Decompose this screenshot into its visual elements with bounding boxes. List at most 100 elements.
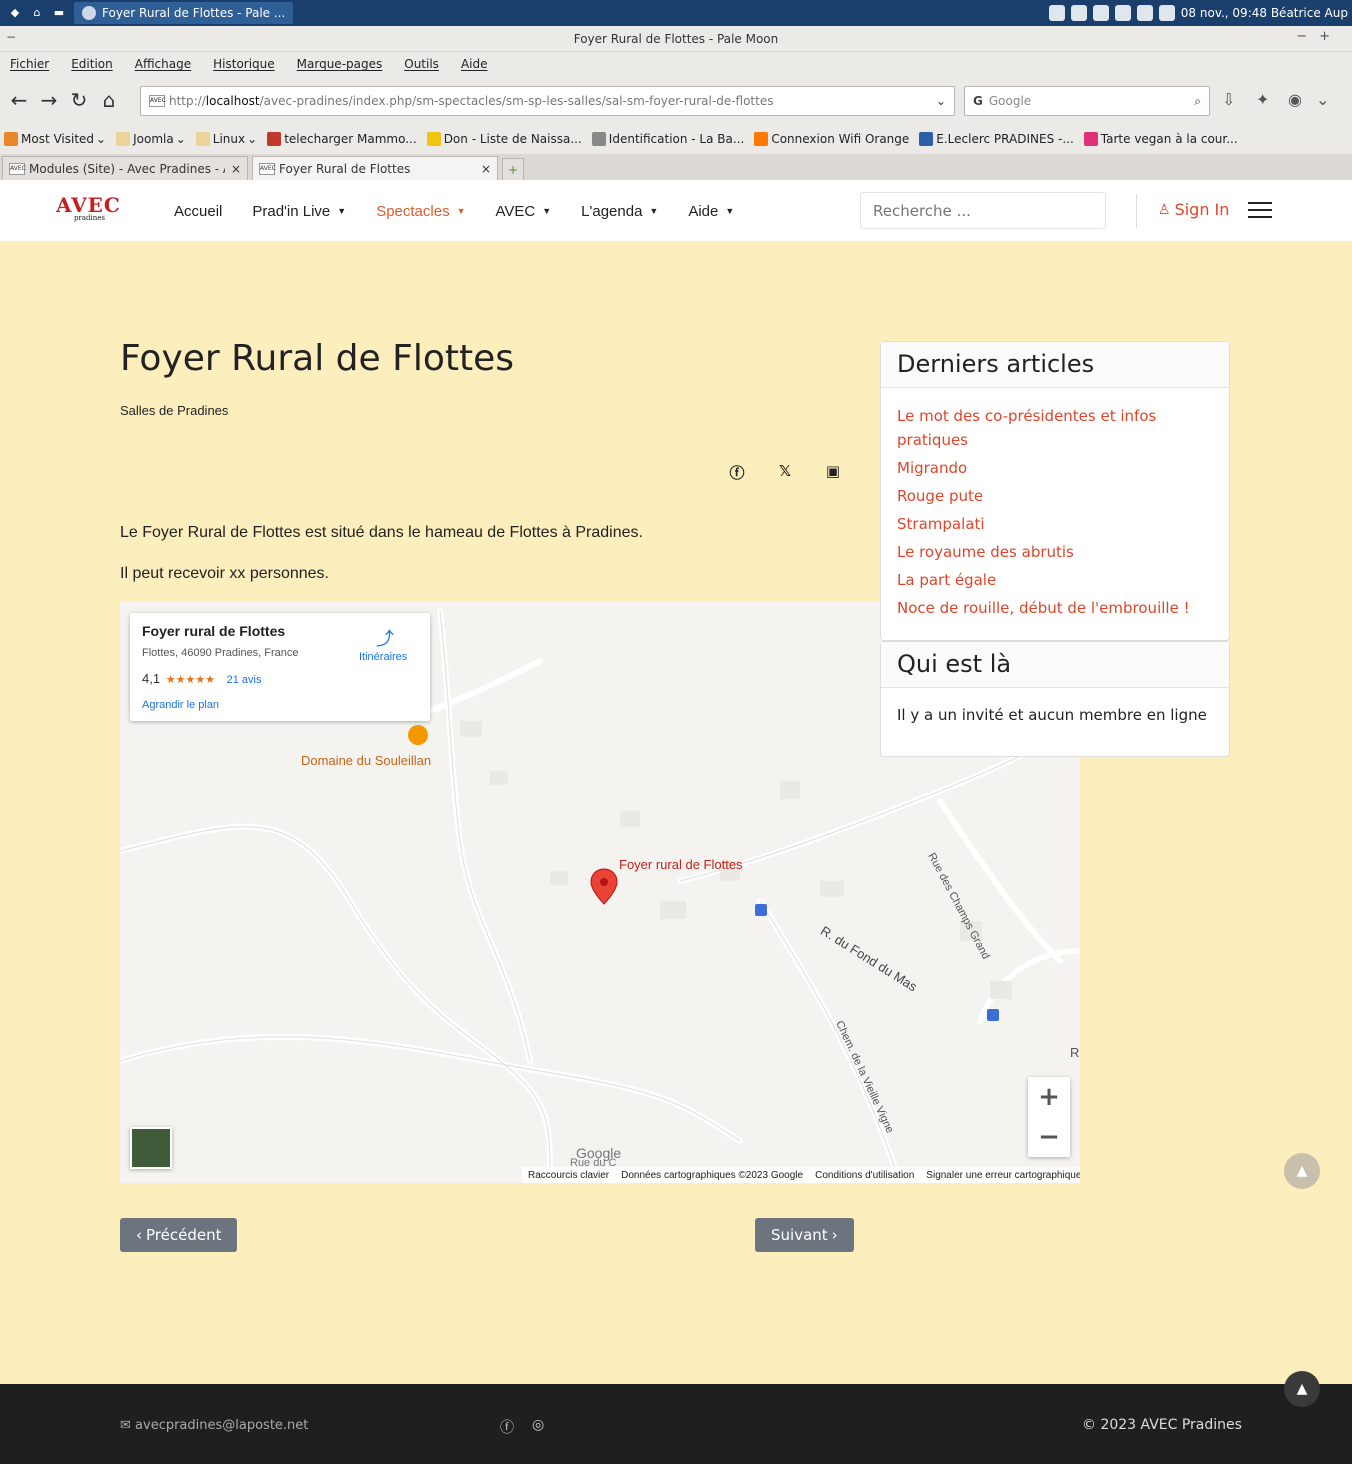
tray-clipboard-icon[interactable] — [1158, 5, 1175, 21]
latest-article-link[interactable]: Strampalati — [897, 512, 1213, 536]
search-icon[interactable]: ⌕ — [1194, 94, 1201, 109]
menu-marque-pages[interactable]: Marque-pages — [297, 57, 383, 71]
map-satellite-toggle[interactable] — [130, 1127, 172, 1169]
forward-icon[interactable]: → — [34, 85, 64, 115]
footer-email[interactable]: ✉ avecpradines@laposte.net — [120, 1418, 308, 1433]
nav-item-2[interactable]: Spectacles ▼ — [376, 203, 465, 220]
extension-icon[interactable]: ✦ — [1256, 90, 1269, 109]
map-rating-value: 4,1 — [142, 671, 161, 686]
chevron-down-icon: ⌄ — [247, 132, 258, 146]
clock[interactable]: 08 nov., 09:48 Béatrice Aup — [1181, 6, 1348, 20]
nav-item-0[interactable]: Accueil — [174, 203, 222, 220]
sign-in-link[interactable]: ♙ Sign In — [1158, 200, 1229, 219]
nav-item-4[interactable]: L'agenda ▼ — [581, 203, 658, 220]
map-report-link[interactable]: Signaler une erreur cartographique — [926, 1170, 1080, 1181]
addon-icon[interactable]: ◉ — [1288, 90, 1302, 109]
previous-button[interactable]: ‹ Précédent — [120, 1218, 238, 1252]
article-category[interactable]: Salles de Pradines — [120, 403, 228, 418]
map-poi-label[interactable]: Domaine du Souleillan — [301, 753, 431, 768]
hamburger-menu-icon[interactable] — [1248, 202, 1272, 220]
bookmark-item[interactable]: Don - Liste de Naissa... — [426, 132, 582, 146]
globe-icon — [82, 6, 96, 20]
menu-fichier[interactable]: Fichier — [10, 57, 49, 71]
close-icon[interactable]: × — [481, 162, 491, 176]
latest-article-link[interactable]: Rouge pute — [897, 484, 1213, 508]
nav-item-3[interactable]: AVEC ▼ — [496, 203, 552, 220]
search-engine-icon[interactable]: G — [973, 94, 983, 108]
facebook-icon[interactable]: ⓕ — [500, 1417, 514, 1437]
bookmark-item[interactable]: Joomla ⌄ — [116, 132, 186, 146]
bookmark-item[interactable]: Connexion Wifi Orange — [754, 132, 909, 146]
latest-article-link[interactable]: Le mot des co-présidentes et infos prati… — [897, 404, 1213, 452]
linkedin-icon[interactable]: ▣ — [824, 462, 842, 480]
site-favicon: AVEC — [149, 95, 166, 107]
tray-bluetooth-icon[interactable] — [1114, 5, 1131, 21]
app-menu-icon[interactable]: ◆ — [8, 6, 22, 20]
nav-item-5[interactable]: Aide ▼ — [688, 203, 734, 220]
map-enlarge-link[interactable]: Agrandir le plan — [142, 699, 219, 711]
site-search-input[interactable] — [860, 192, 1106, 229]
back-icon[interactable]: ← — [4, 85, 34, 115]
close-icon[interactable]: × — [231, 162, 241, 176]
instagram-icon[interactable]: ◎ — [532, 1417, 544, 1437]
menu-edition[interactable]: Edition — [71, 57, 113, 71]
window-title: Foyer Rural de Flottes - Pale Moon — [573, 31, 779, 46]
chevron-down-icon[interactable]: ⌄ — [936, 94, 946, 108]
menu-affichage[interactable]: Affichage — [135, 57, 191, 71]
tray-battery-icon[interactable] — [1070, 5, 1087, 21]
window-menu-icon[interactable]: − — [6, 30, 16, 44]
bookmark-item[interactable]: Identification - La Ba... — [591, 132, 744, 146]
map-marker-label[interactable]: Foyer rural de Flottes — [619, 857, 743, 872]
url-bar[interactable]: AVEC http://localhost/avec-pradines/inde… — [140, 86, 955, 116]
scroll-to-top-icon[interactable]: ▲ — [1284, 1371, 1320, 1407]
menu-aide[interactable]: Aide — [461, 57, 488, 71]
facebook-icon[interactable]: ⓕ — [728, 462, 746, 483]
latest-articles-title: Derniers articles — [881, 342, 1229, 388]
tray-network-icon[interactable] — [1092, 5, 1109, 21]
zoom-in-button[interactable]: + — [1028, 1077, 1070, 1117]
menu-outils[interactable]: Outils — [404, 57, 439, 71]
scroll-to-top-icon[interactable]: ▲ — [1284, 1153, 1320, 1189]
nav-item-1[interactable]: Prad'in Live ▼ — [252, 203, 346, 220]
home-button-icon[interactable]: ⌂ — [94, 85, 124, 115]
home-icon[interactable]: ⌂ — [30, 6, 44, 20]
download-icon[interactable]: ⇩ — [1222, 90, 1235, 109]
folder-icon[interactable]: ▬ — [52, 6, 66, 20]
directions-icon[interactable]: ⤴ — [376, 625, 394, 651]
x-twitter-icon[interactable]: 𝕏 — [776, 462, 794, 480]
bookmark-icon — [426, 132, 441, 146]
tray-wifi-icon[interactable] — [1136, 5, 1153, 21]
zoom-out-button[interactable]: − — [1028, 1117, 1070, 1157]
nav-item-label: AVEC — [495, 202, 536, 220]
bookmark-icon — [1083, 132, 1098, 146]
web-search-bar[interactable]: G Google ⌕ — [964, 86, 1210, 116]
bookmark-icon — [919, 132, 934, 146]
map-reviews-link[interactable]: 21 avis — [227, 674, 262, 686]
latest-article-link[interactable]: Migrando — [897, 456, 1213, 480]
menu-historique[interactable]: Historique — [213, 57, 275, 71]
tab-foyer-rural[interactable]: AVEC Foyer Rural de Flottes × — [252, 156, 498, 180]
next-button[interactable]: Suivant › — [755, 1218, 854, 1252]
latest-article-link[interactable]: La part égale — [897, 568, 1213, 592]
tab-modules[interactable]: AVEC Modules (Site) - Avec Pradines - Ad… — [2, 156, 248, 180]
map-terms-link[interactable]: Conditions d'utilisation — [815, 1170, 914, 1181]
new-tab-icon[interactable]: + — [502, 158, 524, 180]
bookmark-item[interactable]: Linux ⌄ — [195, 132, 258, 146]
url-scheme: http:// — [169, 94, 206, 108]
latest-article-link[interactable]: Le royaume des abrutis — [897, 540, 1213, 564]
bookmark-item[interactable]: telecharger Mammo... — [267, 132, 417, 146]
bookmark-item[interactable]: E.Leclerc PRADINES -... — [919, 132, 1074, 146]
latest-article-link[interactable]: Noce de rouille, début de l'embrouille ! — [897, 596, 1213, 620]
site-logo[interactable]: AVEC pradines — [56, 194, 120, 228]
map-shortcuts-link[interactable]: Raccourcis clavier — [528, 1170, 609, 1181]
taskbar-window-item[interactable]: Foyer Rural de Flottes - Pale ... — [74, 2, 294, 24]
url-path: /avec-pradines/index.php/sm-spectacles/s… — [259, 94, 774, 108]
tray-app-icon[interactable] — [1048, 5, 1065, 21]
google-logo: Google — [576, 1145, 622, 1161]
bookmark-item[interactable]: Tarte vegan à la cour... — [1083, 132, 1238, 146]
overflow-chevron-icon[interactable]: ⌄ — [1316, 90, 1329, 109]
directions-link[interactable]: Itinéraires — [359, 651, 407, 663]
reload-icon[interactable]: ↻ — [64, 85, 94, 115]
bookmark-item[interactable]: Most Visited ⌄ — [4, 132, 106, 146]
window-controls[interactable]: −+ — [1296, 29, 1342, 44]
